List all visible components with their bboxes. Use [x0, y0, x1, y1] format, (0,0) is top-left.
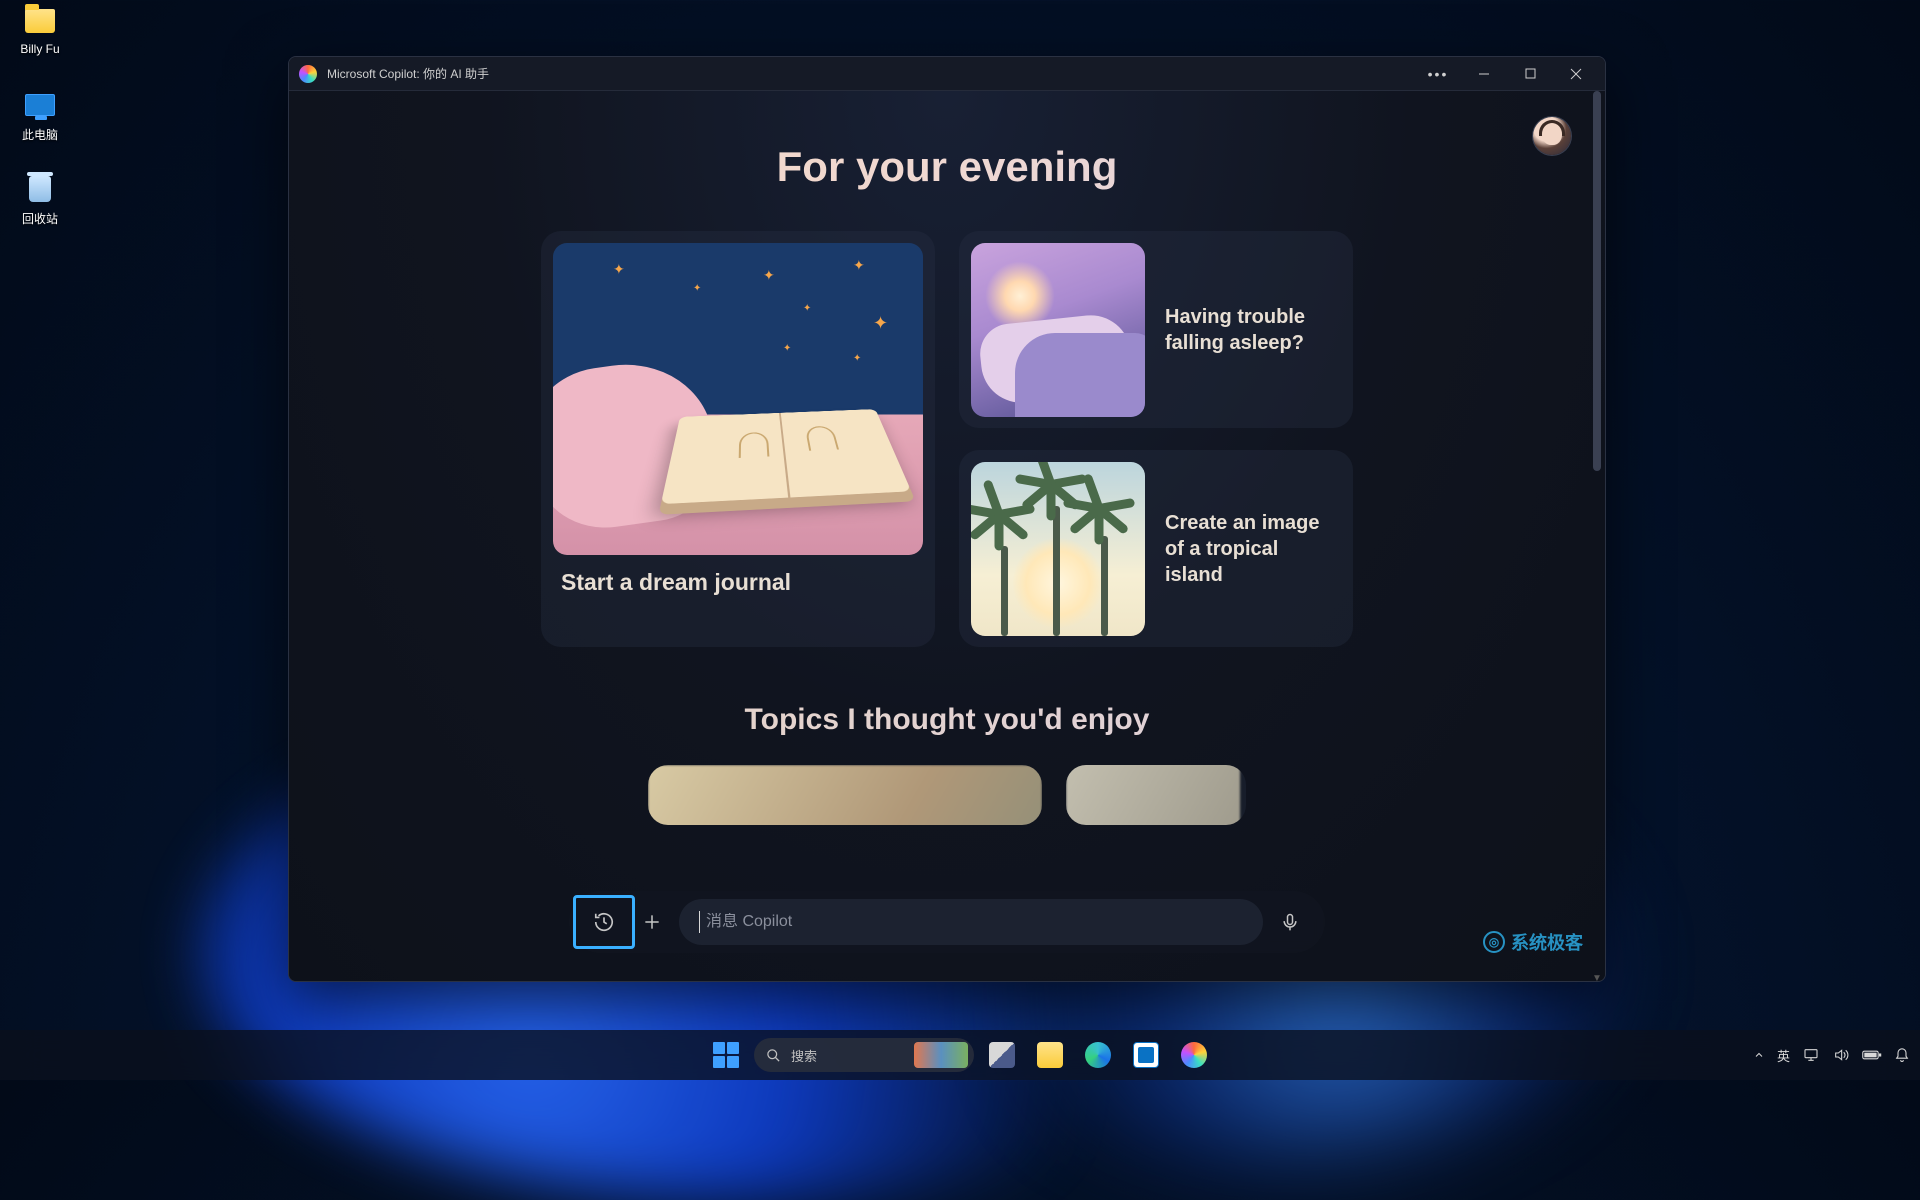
taskbar-search-placeholder: 搜索	[791, 1046, 817, 1065]
history-icon	[593, 911, 615, 933]
notifications-button[interactable]	[1894, 1047, 1910, 1064]
chevron-up-icon	[1753, 1049, 1765, 1061]
close-icon	[1570, 68, 1582, 80]
card-tropical-island[interactable]: Create an image of a tropical island	[959, 450, 1353, 647]
desktop-icon-label: Billy Fu	[2, 42, 78, 56]
new-chat-button[interactable]	[631, 901, 673, 943]
heading-secondary: Topics I thought you'd enjoy	[289, 703, 1605, 737]
card-dream-journal[interactable]: ✦ ✦ ✦ ✦ ✦ ✦ ✦ ✦ Start a dream journal	[541, 231, 935, 647]
desktop-icon-label: 此电脑	[2, 126, 78, 143]
volume-button[interactable]	[1832, 1047, 1850, 1063]
network-icon	[1802, 1047, 1820, 1063]
card-peek-2[interactable]	[1066, 765, 1246, 825]
file-explorer-button[interactable]	[1030, 1035, 1070, 1075]
app-body: For your evening ✦ ✦ ✦ ✦ ✦ ✦ ✦ ✦	[289, 91, 1605, 981]
card-art	[971, 462, 1145, 636]
message-input-container[interactable]	[679, 899, 1263, 945]
desktop-icon-recycle-bin[interactable]: 回收站	[2, 174, 78, 227]
minimize-button[interactable]	[1461, 57, 1507, 91]
battery-icon	[1862, 1048, 1882, 1062]
task-view-button[interactable]	[982, 1035, 1022, 1075]
store-icon	[1133, 1042, 1159, 1068]
tray-overflow-button[interactable]	[1753, 1049, 1765, 1061]
voice-input-button[interactable]	[1269, 901, 1311, 943]
card-caption: Create an image of a tropical island	[1165, 510, 1341, 588]
desktop-icon-folder[interactable]: Billy Fu	[2, 6, 78, 56]
scrollbar[interactable]: ▲ ▼	[1591, 91, 1603, 981]
maximize-button[interactable]	[1507, 57, 1553, 91]
scroll-down-icon[interactable]: ▼	[1593, 973, 1601, 982]
plus-icon	[642, 912, 662, 932]
maximize-icon	[1525, 68, 1536, 79]
close-button[interactable]	[1553, 57, 1599, 91]
input-bar	[569, 891, 1325, 953]
history-button[interactable]	[583, 901, 625, 943]
start-button[interactable]	[706, 1035, 746, 1075]
copilot-icon	[299, 65, 317, 83]
card-caption: Having trouble falling asleep?	[1165, 304, 1341, 356]
store-button[interactable]	[1126, 1035, 1166, 1075]
battery-button[interactable]	[1862, 1048, 1882, 1062]
minimize-icon	[1478, 68, 1490, 80]
card-row-secondary	[289, 765, 1605, 825]
ellipsis-icon: •••	[1428, 66, 1449, 82]
more-button[interactable]: •••	[1415, 57, 1461, 91]
bell-icon	[1894, 1047, 1910, 1064]
card-art	[648, 765, 1042, 825]
desktop-icon-this-pc[interactable]: 此电脑	[2, 90, 78, 143]
file-explorer-icon	[1037, 1042, 1063, 1068]
desktop-icon-label: 回收站	[2, 210, 78, 227]
ime-indicator[interactable]: 英	[1777, 1046, 1790, 1065]
card-caption: Start a dream journal	[553, 555, 923, 600]
titlebar[interactable]: Microsoft Copilot: 你的 AI 助手 •••	[289, 57, 1605, 91]
taskbar-search[interactable]: 搜索	[754, 1038, 974, 1072]
text-caret	[699, 911, 700, 933]
search-icon	[766, 1048, 781, 1063]
copilot-icon	[1181, 1042, 1207, 1068]
taskbar: 搜索 英	[0, 1030, 1920, 1080]
watermark-logo-icon: ◎	[1483, 931, 1505, 953]
copilot-window: Microsoft Copilot: 你的 AI 助手 ••• For your…	[288, 56, 1606, 982]
search-highlight-widget	[914, 1042, 968, 1068]
task-view-icon	[989, 1042, 1015, 1068]
card-art: ✦ ✦ ✦ ✦ ✦ ✦ ✦ ✦	[553, 243, 923, 555]
windows-icon	[713, 1042, 739, 1068]
card-row-primary: ✦ ✦ ✦ ✦ ✦ ✦ ✦ ✦ Start a dream journal	[289, 231, 1605, 647]
volume-icon	[1832, 1047, 1850, 1063]
microphone-icon	[1280, 911, 1300, 933]
heading-primary: For your evening	[289, 143, 1605, 191]
watermark: ◎ 系统极客	[1483, 929, 1583, 955]
card-art	[1066, 765, 1240, 825]
edge-button[interactable]	[1078, 1035, 1118, 1075]
watermark-text: 系统极客	[1511, 929, 1583, 955]
card-peek-1[interactable]	[648, 765, 1042, 825]
copilot-taskbar-button[interactable]	[1174, 1035, 1214, 1075]
card-art	[971, 243, 1145, 417]
scrollbar-thumb[interactable]	[1593, 91, 1601, 471]
message-input[interactable]	[706, 913, 1243, 931]
network-button[interactable]	[1802, 1047, 1820, 1063]
content-scroll[interactable]: For your evening ✦ ✦ ✦ ✦ ✦ ✦ ✦ ✦	[289, 91, 1605, 981]
window-title: Microsoft Copilot: 你的 AI 助手	[327, 65, 489, 82]
edge-icon	[1085, 1042, 1111, 1068]
card-falling-asleep[interactable]: Having trouble falling asleep?	[959, 231, 1353, 428]
